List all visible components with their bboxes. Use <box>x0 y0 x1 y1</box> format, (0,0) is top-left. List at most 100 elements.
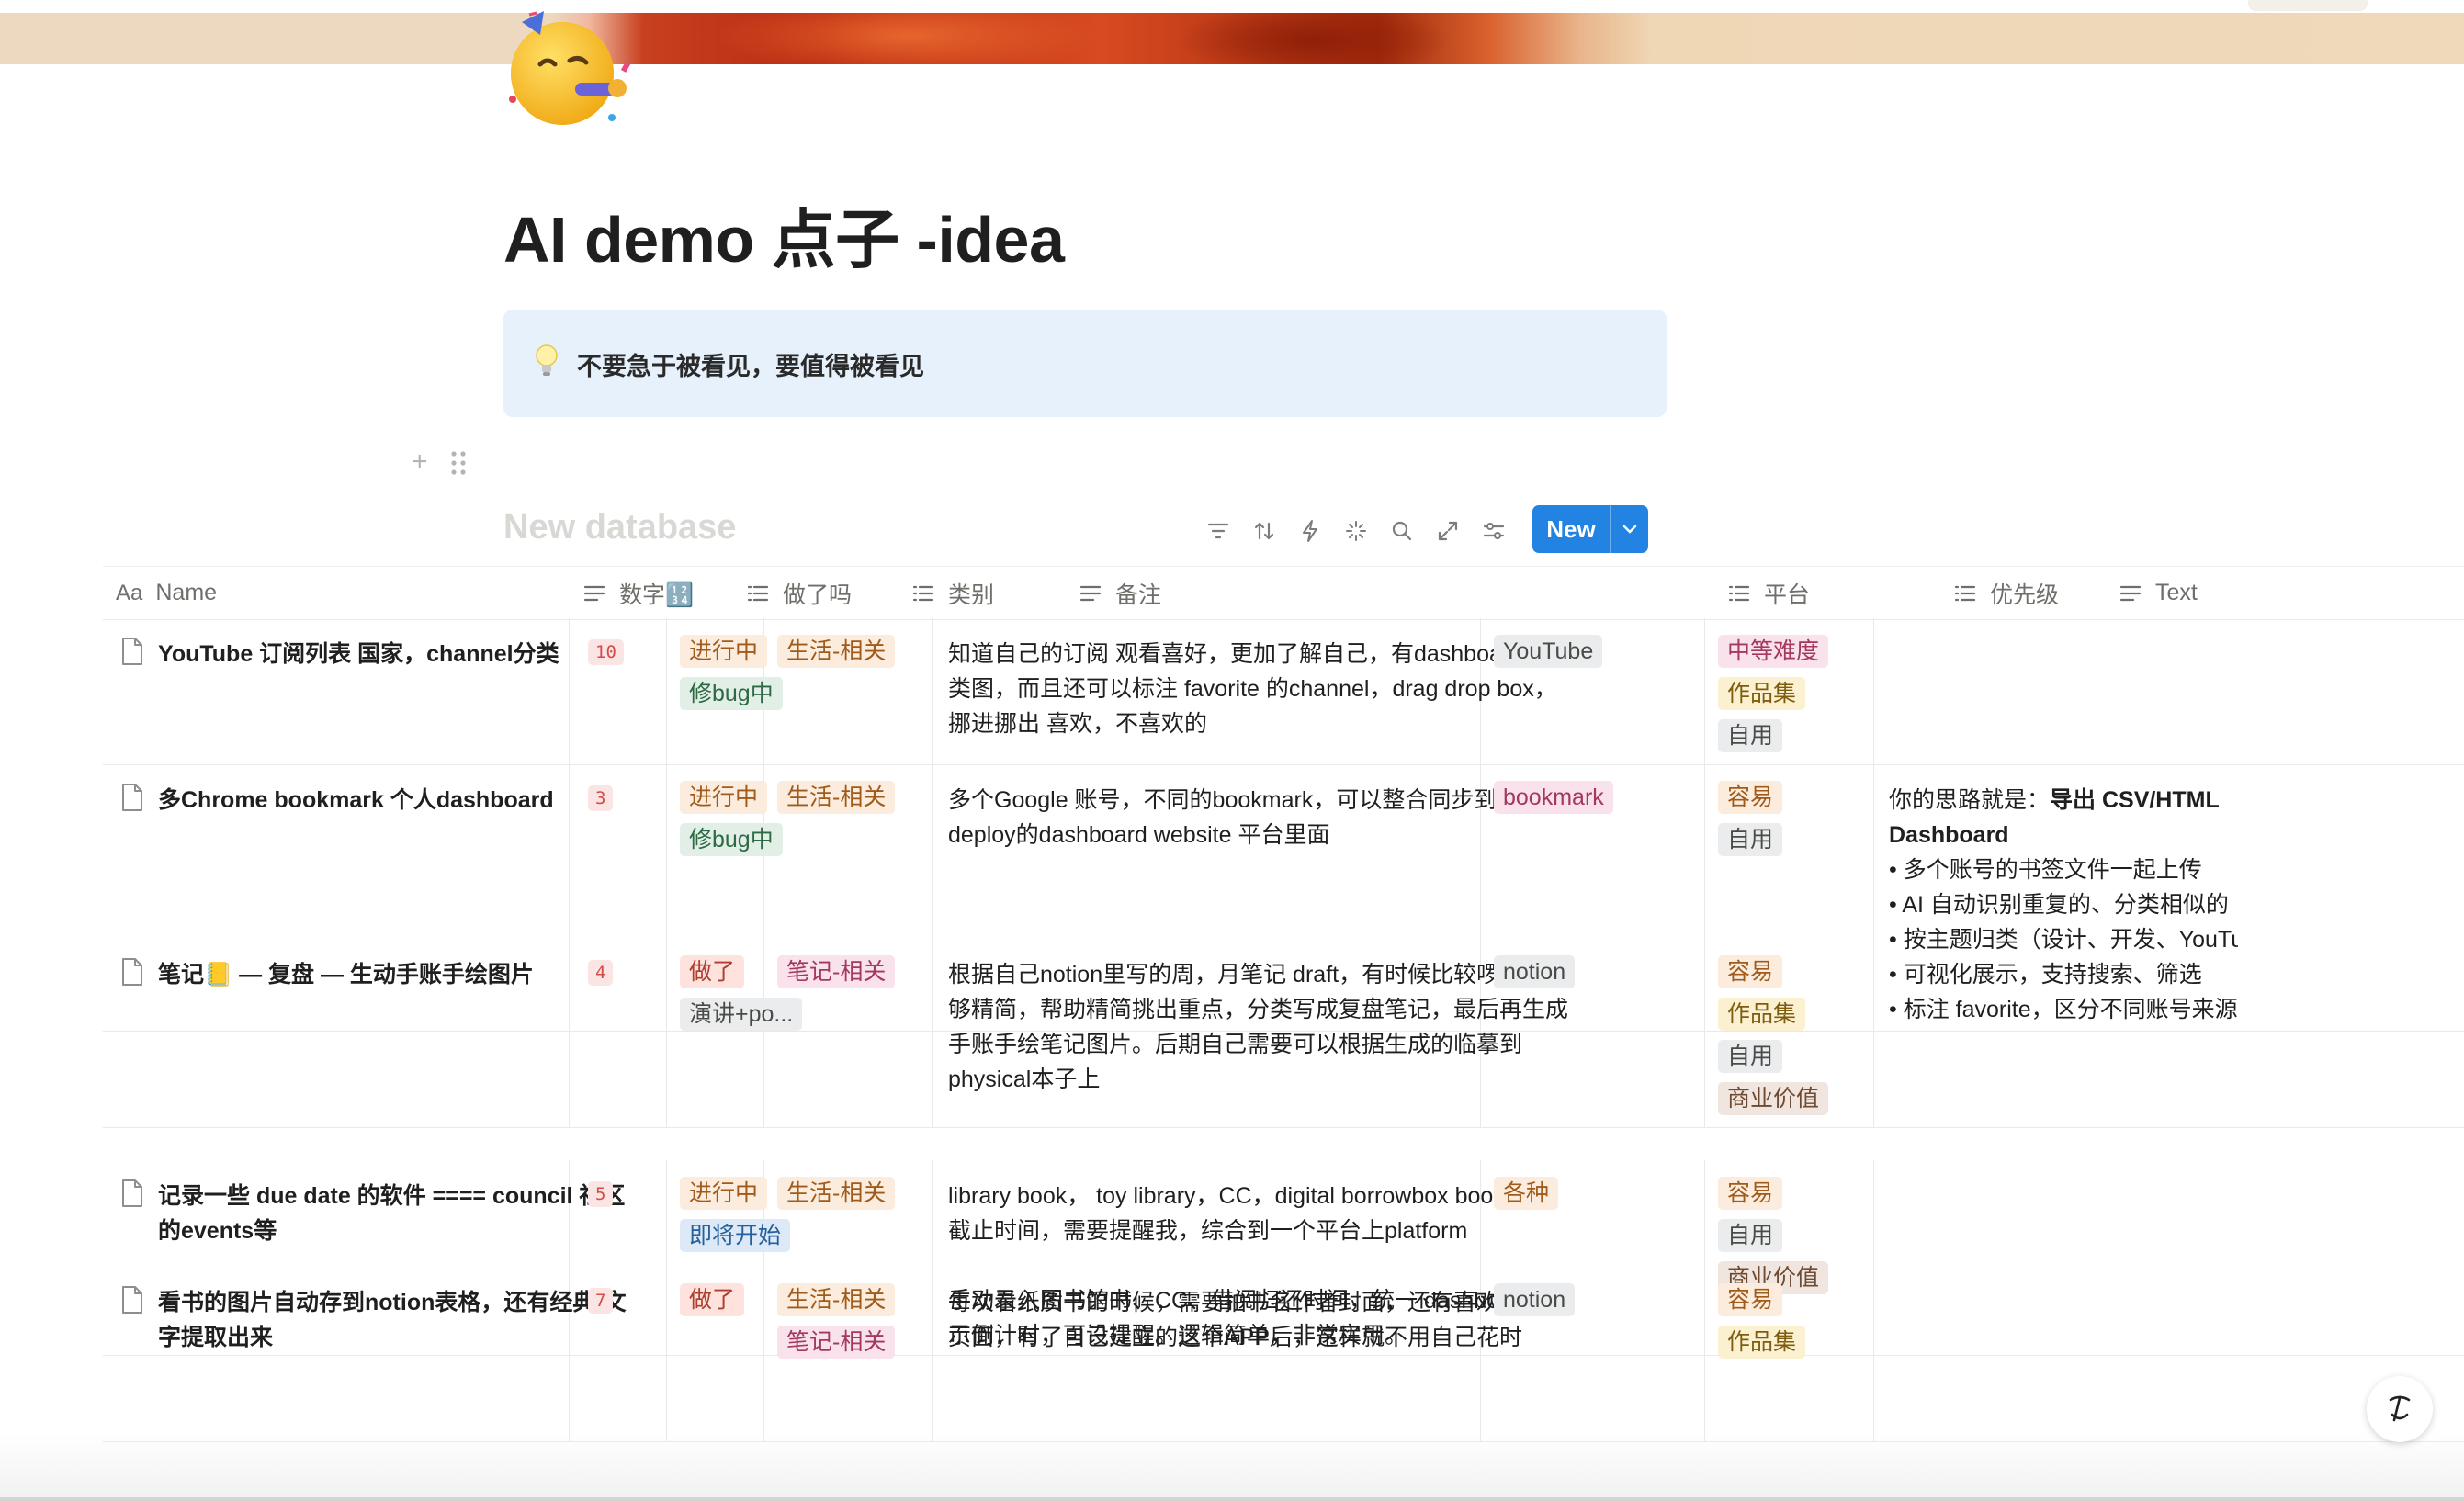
priority-tag[interactable]: 中等难度 <box>1718 635 1829 668</box>
search-icon[interactable] <box>1387 516 1417 546</box>
table-cell[interactable]: 笔记📒 — 复盘 — 生动手账手绘图片 <box>103 939 570 1127</box>
category-tag[interactable]: 生活-相关 <box>777 1177 896 1210</box>
notion-ai-button[interactable] <box>2367 1376 2433 1442</box>
column-header-status[interactable]: 做了吗 <box>746 567 852 619</box>
table-cell[interactable]: 生活-相关 <box>764 618 933 764</box>
category-tag[interactable]: 笔记-相关 <box>777 955 896 988</box>
settings-icon[interactable] <box>1479 516 1509 546</box>
table-cell[interactable]: notion <box>1481 1267 1705 1441</box>
row-title[interactable]: YouTube 订阅列表 国家，channel分类 <box>158 637 636 672</box>
status-tag[interactable]: 进行中 <box>680 781 768 814</box>
table-cell[interactable] <box>1874 939 2464 1127</box>
priority-tag[interactable]: 自用 <box>1718 1040 1783 1073</box>
bottom-divider <box>0 1497 2464 1501</box>
table-cell[interactable]: 容易 作品集 <box>1705 1267 1874 1441</box>
database-title[interactable]: New database <box>503 508 736 547</box>
platform-tag[interactable]: notion <box>1494 1283 1576 1316</box>
priority-tag[interactable]: 容易 <box>1718 781 1783 814</box>
table-cell[interactable]: YouTube 订阅列表 国家，channel分类 <box>103 618 570 764</box>
status-tag[interactable]: 做了 <box>680 1283 745 1316</box>
table-cell[interactable]: 中等难度 作品集 自用 <box>1705 618 1874 764</box>
table-cell[interactable]: 知道自己的订阅 观看喜好，更加了解自己，有dashboard，分类图，而且还可以… <box>933 618 1568 764</box>
row-title[interactable]: 看书的图片自动存到notion表格，还有经典-文字提取出来 <box>158 1285 636 1355</box>
platform-tag[interactable]: bookmark <box>1494 781 1613 814</box>
table-cell[interactable]: 进行中 修bug中 <box>667 618 783 764</box>
priority-tag[interactable]: 容易 <box>1718 1283 1783 1316</box>
expand-icon[interactable] <box>1433 516 1463 546</box>
page-cover-image[interactable] <box>0 13 2464 64</box>
column-header-category[interactable]: 类别 <box>911 567 994 619</box>
row-title[interactable]: 多Chrome bookmark 个人dashboard <box>158 783 636 818</box>
table-cell[interactable]: 做了 演讲+po... <box>667 939 803 1127</box>
platform-tag[interactable]: YouTube <box>1494 635 1603 668</box>
priority-tag[interactable]: 自用 <box>1718 1219 1783 1252</box>
priority-tag[interactable]: 作品集 <box>1718 998 1806 1031</box>
notes-paragraph: 每次看纸质书的时候，需要拍书名作者封面，还有喜欢的文字页面，有了自己建立的这个A… <box>948 1290 1569 1350</box>
priority-tag[interactable]: 自用 <box>1718 719 1783 752</box>
table-cell[interactable]: 10 <box>570 618 667 764</box>
category-tag[interactable]: 生活-相关 <box>777 635 896 668</box>
table-cell[interactable]: 根据自己notion里写的周，月笔记 draft，有时候比较啰嗦，不够精简，帮助… <box>933 939 1568 1127</box>
column-header-name[interactable]: Aa Name <box>116 567 217 619</box>
table-cell[interactable]: 7 <box>570 1267 667 1441</box>
priority-tag[interactable]: 自用 <box>1718 823 1783 856</box>
platform-tag[interactable]: 各种 <box>1494 1177 1559 1210</box>
row-title[interactable]: 记录一些 due date 的软件 ==== council 社区的events… <box>158 1179 636 1248</box>
category-tag[interactable]: 生活-相关 <box>777 1283 896 1316</box>
category-tag[interactable]: 笔记-相关 <box>777 1326 896 1359</box>
platform-tag[interactable]: notion <box>1494 955 1576 988</box>
category-tag[interactable]: 生活-相关 <box>777 781 896 814</box>
row-title[interactable]: 笔记📒 — 复盘 — 生动手账手绘图片 <box>158 957 636 992</box>
text-property-icon <box>2119 585 2142 601</box>
table-row[interactable]: 看书的图片自动存到notion表格，还有经典-文字提取出来 7 做了 生活-相关笔记-… <box>103 1267 2464 1442</box>
number-value: 3 <box>588 785 614 811</box>
priority-tag[interactable]: 容易 <box>1718 1177 1783 1210</box>
column-header-priority[interactable]: 优先级 <box>1953 567 2059 619</box>
callout-block[interactable]: 不要急于被看见，要值得被看见 <box>503 310 1667 417</box>
table-row[interactable]: YouTube 订阅列表 国家，channel分类 10 进行中 修bug中 生活-相关… <box>103 618 2464 765</box>
sort-icon[interactable] <box>1249 516 1279 546</box>
callout-text[interactable]: 不要急于被看见，要值得被看见 <box>577 346 924 382</box>
table-cell[interactable]: 容易作品集自用商业价值 <box>1705 939 1874 1127</box>
notes-paragraph: library book， toy library，CC，digital bor… <box>948 1183 1551 1244</box>
chevron-down-icon[interactable] <box>1611 520 1648 538</box>
priority-tag[interactable]: 作品集 <box>1718 1326 1806 1359</box>
page-title[interactable]: AI demo 点子 -idea <box>503 188 1065 281</box>
column-header-notes[interactable]: 备注 <box>1079 567 1161 619</box>
status-tag[interactable]: 进行中 <box>680 635 768 668</box>
column-header-platform[interactable]: 平台 <box>1727 567 1810 619</box>
category-tags: 笔记-相关 <box>777 955 896 988</box>
table-cell[interactable] <box>1874 618 2464 764</box>
status-tag[interactable]: 进行中 <box>680 1177 768 1210</box>
table-cell[interactable]: 做了 <box>667 1267 764 1441</box>
table-cell[interactable]: 看书的图片自动存到notion表格，还有经典-文字提取出来 <box>103 1267 627 1441</box>
add-block-icon[interactable]: + <box>412 446 428 478</box>
column-header-number[interactable]: 数字🔢 <box>582 567 694 619</box>
list-property-icon <box>1728 585 1750 601</box>
cover-action-button[interactable] <box>2248 0 2368 11</box>
table-cell[interactable]: notion <box>1481 939 1705 1127</box>
partying-face-emoji-icon[interactable] <box>503 7 632 127</box>
category-tags: 生活-相关 <box>777 781 896 814</box>
status-tag[interactable]: 做了 <box>680 955 745 988</box>
table-cell[interactable]: 每次看纸质书的时候，需要拍书名作者封面，还有喜欢的文字页面，有了自己建立的这个A… <box>933 1267 1568 1441</box>
automation-icon[interactable] <box>1295 516 1325 546</box>
priority-tag[interactable]: 商业价值 <box>1718 1082 1829 1115</box>
list-property-icon <box>747 585 769 601</box>
page-document-icon <box>122 1179 142 1207</box>
table-cell[interactable]: 4 <box>570 939 667 1127</box>
table-cell[interactable]: YouTube <box>1481 618 1705 764</box>
priority-tag[interactable]: 作品集 <box>1718 677 1806 710</box>
new-record-button[interactable]: New <box>1532 505 1648 553</box>
column-header-text[interactable]: Text <box>2119 567 2198 619</box>
table-cell[interactable]: 笔记-相关 <box>764 939 933 1127</box>
title-property-icon: Aa <box>116 580 143 605</box>
text-line: Dashboard <box>1889 818 2238 852</box>
table-cell[interactable]: 生活-相关笔记-相关 <box>764 1267 933 1441</box>
new-button-label[interactable]: New <box>1532 515 1610 544</box>
filter-icon[interactable] <box>1204 516 1233 546</box>
ai-icon[interactable] <box>1341 516 1371 546</box>
table-row[interactable]: 笔记📒 — 复盘 — 生动手账手绘图片 4 做了 演讲+po... 笔记-相关 根据自己n… <box>103 939 2464 1128</box>
drag-handle-icon[interactable] <box>450 450 467 476</box>
priority-tag[interactable]: 容易 <box>1718 955 1783 988</box>
